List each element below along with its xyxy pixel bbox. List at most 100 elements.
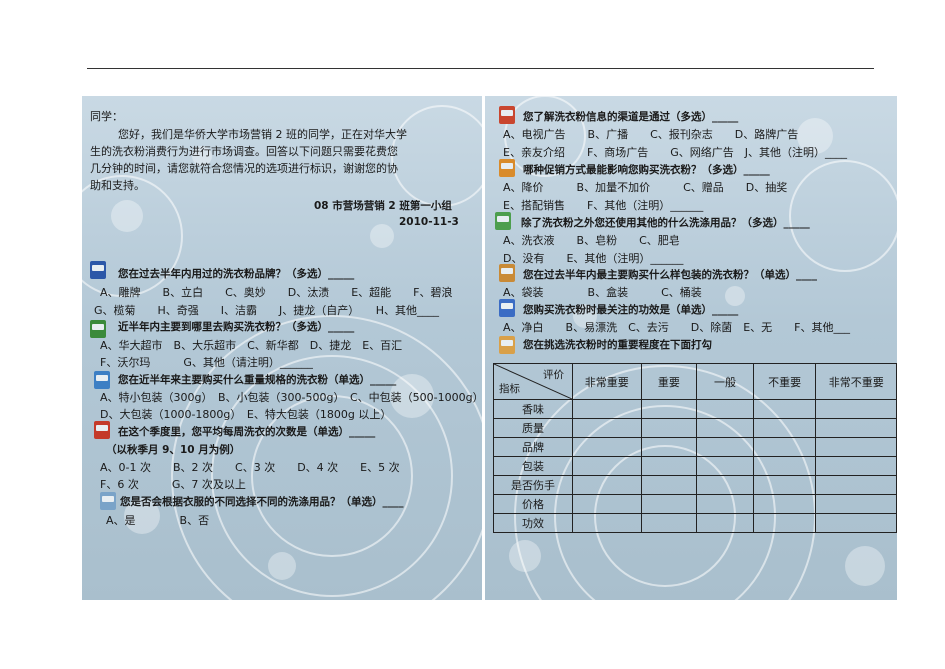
- check-cell[interactable]: [696, 494, 754, 514]
- row-label: 功效: [493, 513, 573, 533]
- table-row: 品牌: [493, 437, 897, 457]
- question-title: 除了洗衣粉之外您还使用其他的什么洗涤用品？（多选）_____: [521, 217, 810, 229]
- question-options: A、电视广告 B、广播 C、报刊杂志 D、路牌广告: [503, 128, 799, 141]
- left-panel: 同学： 您好，我们是华侨大学市场营销 2 班的同学，正在对华大学 生的洗衣粉消费…: [82, 96, 482, 600]
- column-header: 重要: [640, 363, 698, 400]
- check-cell[interactable]: [815, 399, 897, 419]
- question-options: A、净白 B、易漂洗 C、去污 D、除菌 E、无 F、其他___: [503, 321, 850, 334]
- question-options: A、是 B、否: [106, 514, 210, 527]
- check-cell[interactable]: [696, 399, 754, 419]
- check-cell[interactable]: [572, 418, 642, 438]
- check-cell[interactable]: [640, 456, 698, 476]
- intro-line: 生的洗衣粉消费行为进行市场调查。回答以下问题只需要花费您: [90, 145, 398, 158]
- question-options: D、大包装（1000-1800g） E、特大包装（1800g 以上）: [100, 408, 392, 421]
- check-cell[interactable]: [815, 456, 897, 476]
- check-cell[interactable]: [815, 513, 897, 533]
- table-row: 功效: [493, 513, 897, 533]
- check-cell[interactable]: [640, 475, 698, 495]
- table-row: 是否伤手: [493, 475, 897, 495]
- question-title: 您了解洗衣粉信息的渠道是通过（多选）_____: [523, 111, 739, 123]
- corner-label-top: 评价: [543, 369, 564, 381]
- right-panel: 您了解洗衣粉信息的渠道是通过（多选）_____ A、电视广告 B、广播 C、报刊…: [485, 96, 897, 600]
- check-cell[interactable]: [752, 399, 817, 419]
- check-cell[interactable]: [696, 513, 754, 533]
- check-cell[interactable]: [752, 494, 817, 514]
- question-note: （以秋季月 9、10 月为例）: [106, 444, 241, 456]
- table-corner-cell: 评价 指标: [493, 363, 573, 400]
- check-cell[interactable]: [752, 475, 817, 495]
- question-options: A、袋装 B、盒装 C、桶装: [503, 286, 702, 299]
- check-cell[interactable]: [572, 513, 642, 533]
- check-cell[interactable]: [752, 513, 817, 533]
- corner-label-bottom: 指标: [499, 383, 520, 395]
- intro-line: 几分钟的时间，请您就符合您情况的选项进行标识，谢谢您的协: [90, 162, 398, 175]
- check-cell[interactable]: [640, 399, 698, 419]
- question-options: G、榄菊 H、奇强 I、洁霸 J、捷龙（自产） H、其他____: [94, 304, 440, 317]
- question-options: A、华大超市 B、大乐超市 C、新华都 D、捷龙 E、百汇: [100, 339, 403, 352]
- check-cell[interactable]: [752, 418, 817, 438]
- check-cell[interactable]: [696, 456, 754, 476]
- question-options: A、0-1 次 B、2 次 C、3 次 D、4 次 E、5 次: [100, 461, 400, 474]
- check-cell[interactable]: [815, 418, 897, 438]
- check-cell[interactable]: [640, 513, 698, 533]
- question-title: 哪种促销方式最能影响您购买洗衣粉？（多选）_____: [523, 164, 770, 176]
- row-label: 是否伤手: [493, 475, 573, 495]
- table-row: 价格: [493, 494, 897, 514]
- column-header: 不重要: [752, 363, 817, 400]
- question-options: A、雕牌 B、立白 C、奥妙 D、汰渍 E、超能 F、碧浪: [100, 286, 453, 299]
- question-title: 您在过去半年内用过的洗衣粉品牌？（多选）_____: [118, 268, 355, 280]
- question-options: D、没有 E、其他（注明）______: [503, 252, 684, 265]
- question-options: A、降价 B、加量不加价 C、赠品 D、抽奖: [503, 181, 788, 194]
- check-cell[interactable]: [752, 437, 817, 457]
- table-row: 质量: [493, 418, 897, 438]
- check-cell[interactable]: [572, 437, 642, 457]
- detergent-box-icon: [90, 261, 106, 279]
- row-label: 品牌: [493, 437, 573, 457]
- question-options: A、洗衣液 B、皂粉 C、肥皂: [503, 234, 680, 247]
- detergent-box-icon: [499, 106, 515, 124]
- check-cell[interactable]: [572, 494, 642, 514]
- detergent-box-icon: [499, 159, 515, 177]
- row-label: 香味: [493, 399, 573, 419]
- detergent-box-icon: [90, 320, 106, 338]
- group-name: 08 市营场营销 2 班第一小组: [314, 200, 452, 212]
- check-cell[interactable]: [640, 437, 698, 457]
- question-title: 您是否会根据衣服的不同选择不同的洗涤用品？（单选）____: [120, 496, 404, 508]
- row-label: 质量: [493, 418, 573, 438]
- intro-line: 助和支持。: [90, 179, 145, 192]
- detergent-box-icon: [499, 336, 515, 354]
- question-options: A、特小包装（300g） B、小包装（300-500g） C、中包装（500-1…: [100, 391, 482, 404]
- detergent-box-icon: [100, 492, 116, 510]
- check-cell[interactable]: [640, 418, 698, 438]
- check-cell[interactable]: [815, 494, 897, 514]
- check-cell[interactable]: [752, 456, 817, 476]
- check-cell[interactable]: [696, 418, 754, 438]
- row-label: 价格: [493, 494, 573, 514]
- question-options: F、沃尔玛 G、其他（请注明）______: [100, 356, 313, 369]
- table-row: 香味: [493, 399, 897, 419]
- check-cell[interactable]: [815, 437, 897, 457]
- detergent-box-icon: [495, 212, 511, 230]
- check-cell[interactable]: [640, 494, 698, 514]
- question-title: 您在近半年来主要购买什么重量规格的洗衣粉（单选）_____: [118, 374, 397, 386]
- check-cell[interactable]: [572, 475, 642, 495]
- question-options: E、搭配销售 F、其他（注明）______: [503, 199, 704, 212]
- question-title: 在这个季度里，您平均每周洗衣的次数是（单选）_____: [118, 426, 376, 438]
- importance-table: 评价 指标 非常重要 重要 一般 不重要 非常不重要 香味 质量 品牌 包装 是…: [493, 363, 897, 533]
- intro-line: 您好，我们是华侨大学市场营销 2 班的同学，正在对华大学: [118, 128, 407, 141]
- detergent-box-icon: [499, 264, 515, 282]
- check-cell[interactable]: [815, 475, 897, 495]
- question-title: 您在挑选洗衣粉时的重要程度在下面打勾: [523, 339, 712, 351]
- detergent-box-icon: [94, 371, 110, 389]
- question-options: F、6 次 G、7 次及以上: [100, 478, 246, 491]
- row-label: 包装: [493, 456, 573, 476]
- check-cell[interactable]: [696, 437, 754, 457]
- column-header: 一般: [696, 363, 754, 400]
- header-rule: [87, 68, 874, 69]
- question-options: E、亲友介绍 F、商场广告 G、网络广告 J、其他（注明）____: [503, 146, 848, 159]
- check-cell[interactable]: [572, 399, 642, 419]
- table-row: 包装: [493, 456, 897, 476]
- column-header: 非常不重要: [815, 363, 897, 400]
- check-cell[interactable]: [572, 456, 642, 476]
- check-cell[interactable]: [696, 475, 754, 495]
